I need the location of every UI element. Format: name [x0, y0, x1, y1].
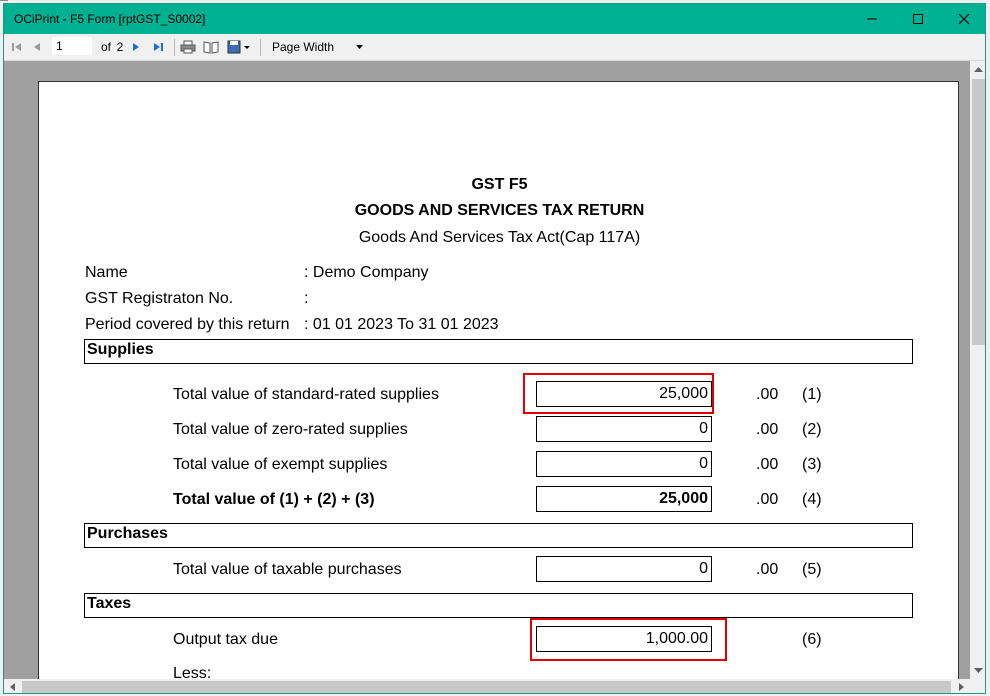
page-setup-button[interactable] [202, 37, 220, 57]
highlight-box [530, 618, 727, 661]
printer-icon [180, 40, 196, 54]
report-heading-title: GOODS AND SERVICES TAX RETURN [354, 202, 645, 219]
dropdown-arrow-icon [356, 45, 363, 49]
horizontal-scrollbar[interactable] [4, 679, 970, 694]
of-label: of [100, 40, 111, 54]
section-title: Supplies [87, 341, 154, 358]
row-label: Total value of exempt supplies [173, 456, 388, 473]
page-number-input[interactable]: 1 [52, 37, 92, 55]
minimize-button[interactable] [849, 4, 895, 34]
report-heading-act: Goods And Services Tax Act(Cap 117A) [358, 229, 641, 246]
first-page-button[interactable] [10, 37, 24, 57]
report-toolbar: 1 of 2 Page Width [4, 34, 985, 61]
row-ref: (2) [802, 421, 822, 438]
first-page-icon [12, 43, 21, 51]
row-cents: .00 [756, 386, 779, 403]
row-label: Output tax due [173, 631, 278, 648]
row-ref: (3) [802, 456, 822, 473]
row-label-less: Less: [173, 665, 212, 679]
report-viewport[interactable]: GST F5 GOODS AND SERVICES TAX RETURN Goo… [4, 61, 970, 679]
book-icon [203, 41, 219, 54]
report-page: GST F5 GOODS AND SERVICES TAX RETURN Goo… [38, 81, 959, 679]
scroll-right-icon[interactable] [954, 679, 968, 694]
row-cents: .00 [756, 456, 779, 473]
section-purchases: Purchases [84, 523, 913, 548]
previous-page-icon [34, 43, 40, 51]
maximize-icon [913, 14, 923, 24]
title-bar[interactable]: OCiPrint - F5 Form [rptGST_S0002] [4, 4, 985, 34]
previous-page-button[interactable] [30, 37, 44, 57]
row-value-box: 0 [536, 451, 712, 477]
page-total: 2 [116, 40, 124, 54]
scrollbar-corner [970, 679, 985, 693]
row-label: Total value of zero-rated supplies [173, 421, 408, 438]
vertical-scroll-thumb[interactable] [972, 79, 985, 345]
next-page-icon [133, 43, 139, 51]
last-page-button[interactable] [151, 37, 165, 57]
row-ref: (5) [802, 561, 822, 578]
export-button[interactable] [226, 37, 252, 57]
row-label: Total value of standard-rated supplies [173, 386, 439, 403]
close-button[interactable] [941, 4, 985, 34]
row-cents: .00 [756, 421, 779, 438]
page-number-value: 1 [56, 39, 63, 53]
report-heading-form: GST F5 [471, 176, 528, 193]
close-icon [958, 13, 970, 25]
zoom-dropdown[interactable]: Page Width [268, 37, 368, 57]
row-value-box-total: 25,000 [536, 486, 712, 512]
next-page-button[interactable] [129, 37, 143, 57]
row-value-box: 0 [536, 556, 712, 582]
horizontal-scroll-thumb[interactable] [22, 681, 951, 693]
field-label-name: Name [85, 264, 128, 281]
highlight-box [523, 373, 714, 414]
row-ref: (1) [802, 386, 822, 403]
row-label-total: Total value of (1) + (2) + (3) [173, 491, 375, 508]
zoom-value: Page Width [272, 40, 335, 54]
print-button[interactable] [179, 37, 197, 57]
field-value-name: : Demo Company [304, 264, 429, 281]
field-label-period: Period covered by this return [85, 316, 290, 333]
section-supplies: Supplies [84, 339, 913, 364]
section-title: Taxes [87, 595, 132, 612]
scroll-up-icon[interactable] [970, 63, 986, 77]
window-title: OCiPrint - F5 Form [rptGST_S0002] [14, 12, 206, 26]
row-cents: .00 [756, 561, 779, 578]
row-ref: (4) [802, 491, 822, 508]
report-viewer-window: OCiPrint - F5 Form [rptGST_S0002] 1 of 2 [3, 3, 986, 694]
maximize-button[interactable] [895, 4, 941, 34]
last-page-icon [154, 43, 163, 51]
row-cents: .00 [756, 491, 779, 508]
scroll-down-icon[interactable] [970, 663, 986, 677]
section-taxes: Taxes [84, 593, 913, 618]
vertical-scrollbar[interactable] [970, 61, 986, 679]
field-value-period: : 01 01 2023 To 31 01 2023 [304, 316, 499, 333]
row-label: Total value of taxable purchases [173, 561, 402, 578]
save-export-icon [227, 40, 250, 54]
row-ref: (6) [802, 631, 822, 648]
scroll-left-icon[interactable] [6, 679, 20, 694]
row-value-box: 0 [536, 416, 712, 442]
field-value-gst-reg: : [304, 290, 309, 307]
field-label-gst-reg: GST Registraton No. [85, 290, 234, 307]
minimize-icon [867, 18, 877, 20]
section-title: Purchases [87, 525, 168, 542]
